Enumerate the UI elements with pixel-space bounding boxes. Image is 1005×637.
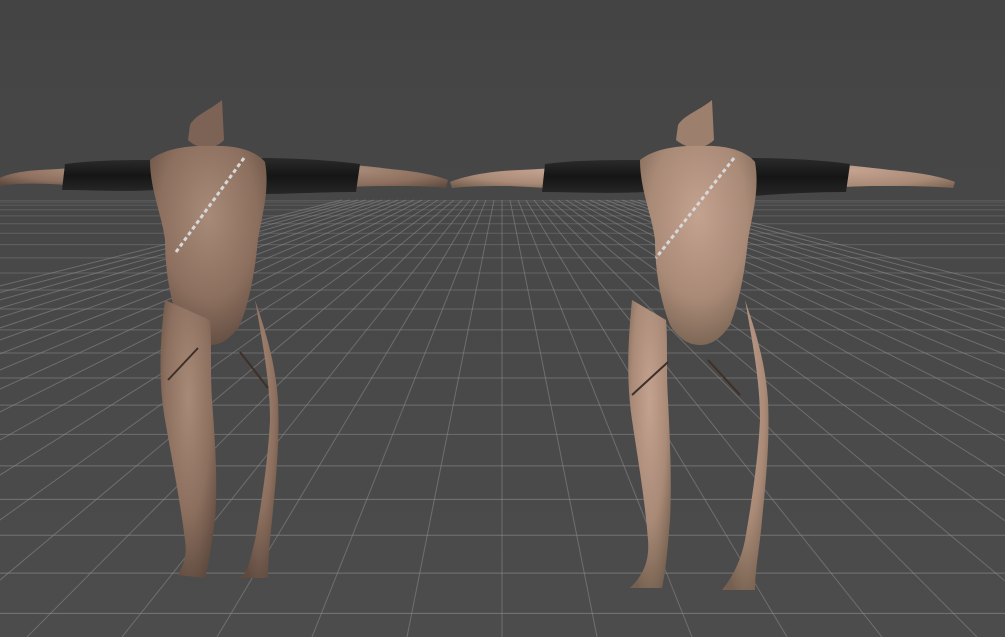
character-model-left[interactable]: [0, 100, 448, 578]
character-model-right[interactable]: [450, 100, 955, 590]
ground-grid: [0, 199, 1005, 637]
viewport-canvas[interactable]: [0, 0, 1005, 637]
3d-viewport[interactable]: [0, 0, 1005, 637]
